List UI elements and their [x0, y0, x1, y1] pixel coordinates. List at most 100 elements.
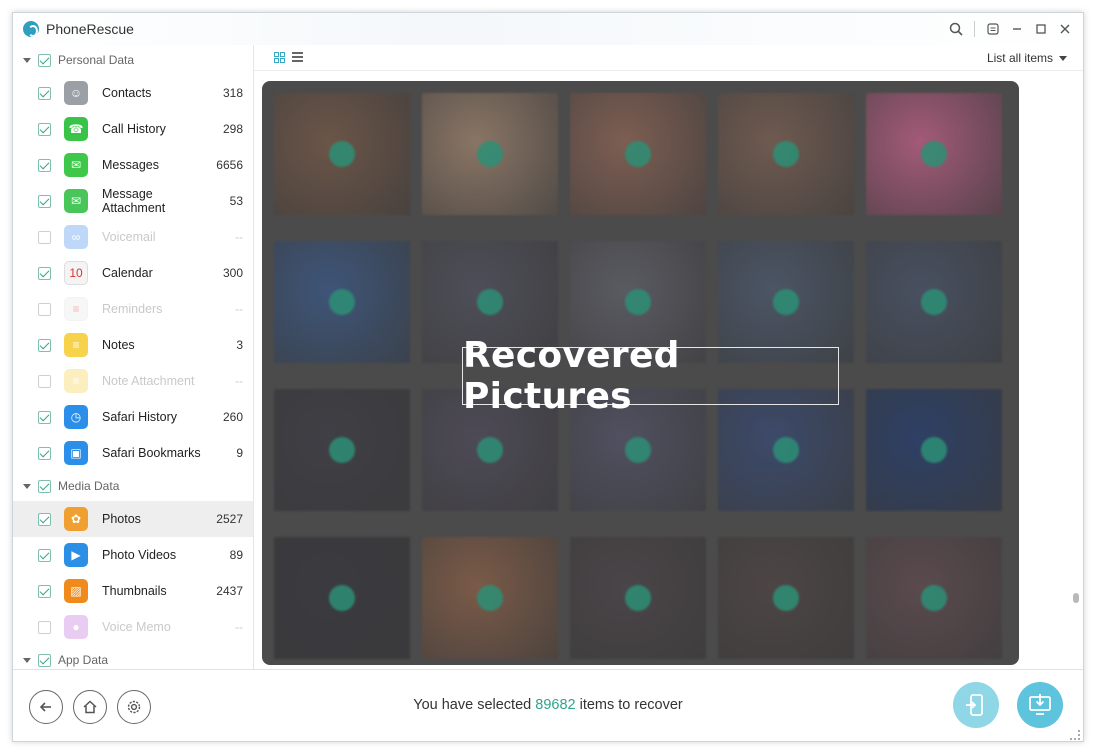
photo-thumbnail[interactable] [718, 537, 854, 659]
section-header[interactable]: App Data [13, 645, 253, 669]
recover-to-device-button[interactable] [953, 682, 999, 728]
phone-icon: ☎ [64, 117, 88, 141]
caret-down-icon[interactable] [23, 57, 31, 63]
photo-videos-icon: ▶ [64, 543, 88, 567]
sidebar-item-count: 2527 [216, 512, 243, 526]
resize-grip[interactable] [1070, 730, 1080, 740]
maximize-icon[interactable] [1031, 19, 1051, 39]
title-bar: PhoneRescue [13, 13, 1083, 45]
section-checkbox[interactable] [38, 53, 51, 67]
scrollbar-thumb[interactable] [1073, 593, 1079, 603]
app-window: PhoneRescue Personal Data ☺ Contacts 318 ☎ Ca… [12, 12, 1084, 742]
sidebar-item-label: Call History [102, 122, 166, 136]
section-header[interactable]: Media Data [13, 471, 253, 501]
notes-icon: ≡ [64, 333, 88, 357]
photo-thumbnail[interactable] [274, 537, 410, 659]
section-checkbox[interactable] [38, 653, 51, 667]
sidebar-item-label: Photo Videos [102, 548, 177, 562]
photo-thumbnail[interactable] [422, 537, 558, 659]
sidebar-item-count: -- [235, 230, 243, 244]
caret-down-icon[interactable] [23, 483, 31, 489]
list-filter-dropdown[interactable]: List all items [987, 51, 1067, 65]
item-checkbox[interactable] [38, 86, 51, 100]
photo-thumbnail[interactable] [866, 537, 1002, 659]
app-title: PhoneRescue [46, 21, 134, 37]
sidebar-item[interactable]: ∞ Voicemail -- [13, 219, 253, 255]
sidebar-item[interactable]: ≡ Reminders -- [13, 291, 253, 327]
sidebar-item[interactable]: ☺ Contacts 318 [13, 75, 253, 111]
sidebar-item[interactable]: ▣ Safari Bookmarks 9 [13, 435, 253, 471]
view-toolbar: List all items [254, 45, 1083, 71]
photo-thumbnail[interactable] [718, 93, 854, 215]
sidebar-item[interactable]: ✿ Photos 2527 [13, 501, 253, 537]
attachment-icon: ✉ [64, 189, 88, 213]
item-checkbox[interactable] [38, 302, 51, 316]
item-checkbox[interactable] [38, 158, 51, 172]
item-checkbox[interactable] [38, 548, 51, 562]
photo-thumbnail[interactable] [274, 241, 410, 363]
item-checkbox[interactable] [38, 230, 51, 244]
sidebar-item-label: Thumbnails [102, 584, 167, 598]
sidebar-item-count: 53 [229, 194, 243, 208]
sidebar-item-count: 298 [222, 122, 243, 136]
photo-thumbnail[interactable] [274, 389, 410, 511]
thumbnails-icon: ▨ [64, 579, 88, 603]
sidebar-item[interactable]: ▶ Photo Videos 89 [13, 537, 253, 573]
note-attachment-icon: ≡ [64, 369, 88, 393]
sidebar-item[interactable]: ◷ Safari History 260 [13, 399, 253, 435]
titlebar-divider [974, 21, 975, 37]
photo-thumbnail[interactable] [274, 93, 410, 215]
status-prefix: You have selected [413, 697, 532, 713]
sidebar-item-label: Voicemail [102, 230, 156, 244]
photo-thumbnail[interactable] [866, 389, 1002, 511]
item-checkbox[interactable] [38, 266, 51, 280]
photo-thumbnail[interactable] [422, 93, 558, 215]
photo-thumbnail[interactable] [866, 241, 1002, 363]
sidebar-item[interactable]: ≡ Notes 3 [13, 327, 253, 363]
overlay-title: Recovered Pictures [462, 335, 839, 417]
list-view-icon[interactable] [292, 52, 303, 62]
photo-thumbnail[interactable] [570, 93, 706, 215]
sidebar-item[interactable]: ▨ Thumbnails 2437 [13, 573, 253, 609]
grid-view-icon[interactable] [274, 52, 285, 63]
sidebar-item-count: -- [235, 302, 243, 316]
item-checkbox[interactable] [38, 446, 51, 460]
menu-icon[interactable] [983, 19, 1003, 39]
sidebar-item[interactable]: ☎ Call History 298 [13, 111, 253, 147]
item-checkbox[interactable] [38, 584, 51, 598]
content-area: List all items Recovered Pictures [254, 45, 1083, 669]
section-checkbox[interactable] [38, 479, 51, 493]
sidebar-item-count: 260 [222, 410, 243, 424]
search-icon[interactable] [946, 19, 966, 39]
minimize-icon[interactable] [1007, 19, 1027, 39]
bottom-bar: You have selected 89682 items to recover [13, 669, 1083, 741]
sidebar-item[interactable]: ✉ Message Attachment 53 [13, 183, 253, 219]
sidebar-item-count: 6656 [216, 158, 243, 172]
recover-to-computer-icon [1029, 694, 1051, 715]
sidebar-item[interactable]: ≡ Note Attachment -- [13, 363, 253, 399]
item-checkbox[interactable] [38, 194, 51, 208]
sidebar-item-label: Contacts [102, 86, 152, 100]
caret-down-icon[interactable] [23, 657, 31, 663]
item-checkbox[interactable] [38, 338, 51, 352]
chevron-down-icon [1059, 55, 1067, 61]
sidebar-item-label: Voice Memo [102, 620, 171, 634]
photo-thumbnail[interactable] [866, 93, 1002, 215]
item-checkbox[interactable] [38, 374, 51, 388]
close-icon[interactable] [1055, 19, 1075, 39]
photos-icon: ✿ [64, 507, 88, 531]
sidebar-item[interactable]: ✉ Messages 6656 [13, 147, 253, 183]
sidebar-item[interactable]: ● Voice Memo -- [13, 609, 253, 645]
sidebar-item-count: 2437 [216, 584, 243, 598]
item-checkbox[interactable] [38, 620, 51, 634]
item-checkbox[interactable] [38, 410, 51, 424]
section-header[interactable]: Personal Data [13, 45, 253, 75]
app-logo-icon [23, 21, 39, 37]
recover-to-computer-button[interactable] [1017, 682, 1063, 728]
status-suffix: items to recover [579, 697, 683, 713]
item-checkbox[interactable] [38, 512, 51, 526]
voicemail-icon: ∞ [64, 225, 88, 249]
photo-thumbnail[interactable] [570, 537, 706, 659]
item-checkbox[interactable] [38, 122, 51, 136]
sidebar-item[interactable]: 10 Calendar 300 [13, 255, 253, 291]
